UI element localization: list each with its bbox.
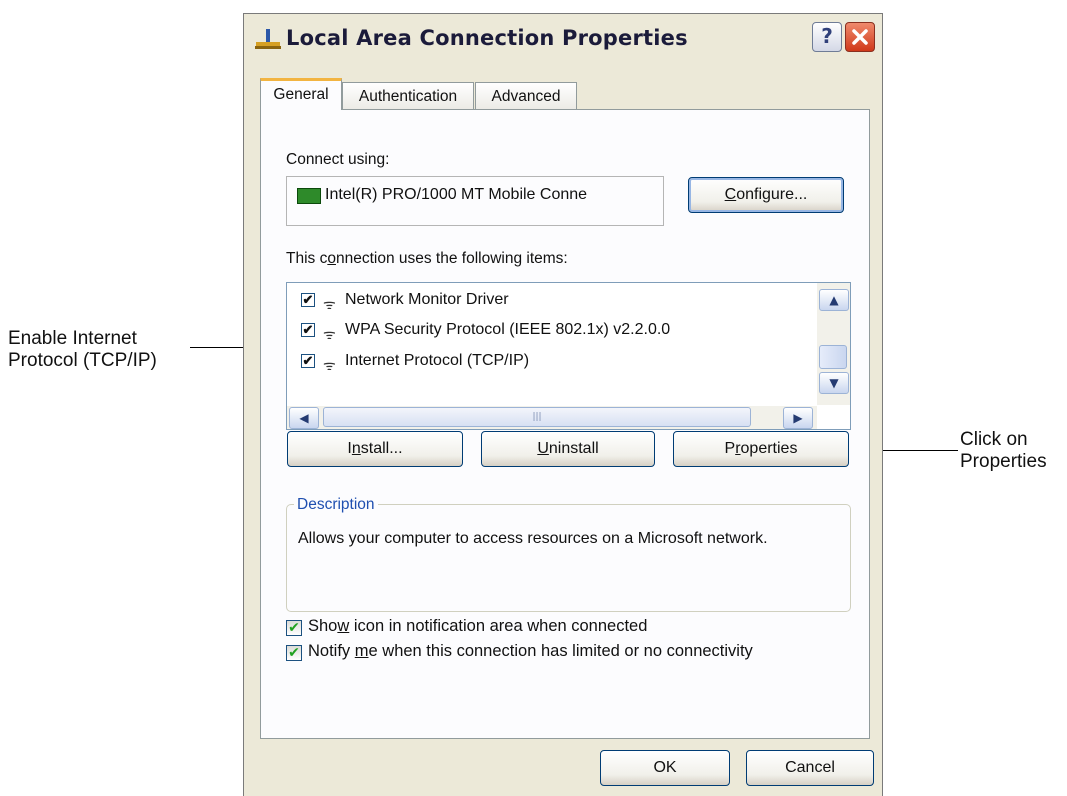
connect-using-label-text: Connect using: <box>286 151 390 168</box>
callout-click-properties-line2: Properties <box>960 451 1047 472</box>
item-label: WPA Security Protocol (IEEE 802.1x) v2.2… <box>345 321 671 338</box>
description-group <box>286 504 851 612</box>
notify-checkbox[interactable]: ✔ <box>286 645 302 661</box>
description-legend: Description <box>294 496 378 514</box>
install-label-mnemonic: n <box>351 440 361 457</box>
close-button[interactable] <box>845 22 875 52</box>
uninstall-button[interactable]: Uninstall <box>481 431 655 467</box>
uninstall-label-post: ninstall <box>548 440 599 457</box>
connect-using-label: Connect using: <box>286 151 389 169</box>
description-text: Allows your computer to access resources… <box>298 530 768 547</box>
window-title: Local Area Connection Properties <box>286 26 688 50</box>
scroll-up-button[interactable]: ▲ <box>819 289 849 311</box>
protocol-icon: ᯤ <box>323 358 336 374</box>
item-checkbox[interactable]: ✔ <box>301 354 315 368</box>
items-label-mnemonic: o <box>327 250 336 267</box>
items-label: This connection uses the following items… <box>286 250 568 268</box>
tab-authentication[interactable]: Authentication <box>342 82 474 109</box>
properties-button[interactable]: Properties <box>673 431 849 467</box>
vertical-scroll-thumb[interactable] <box>819 345 847 369</box>
item-label: Internet Protocol (TCP/IP) <box>345 352 530 369</box>
properties-label-pre: P <box>724 440 736 457</box>
configure-label-mnemonic: C <box>724 186 737 203</box>
scroll-right-button[interactable]: ▶ <box>783 407 813 429</box>
adapter-display: Intel(R) PRO/1000 MT Mobile Conne <box>286 176 664 226</box>
callout-click-properties: Click on Properties <box>960 429 1047 473</box>
protocol-icon: ᯤ <box>323 327 336 343</box>
install-label-post: stall... <box>360 440 403 457</box>
close-icon <box>852 29 868 45</box>
scroll-left-button[interactable]: ◀ <box>289 407 319 429</box>
items-label-pre: This c <box>286 250 328 267</box>
items-list[interactable]: ✔ ᯤ Network Monitor Driver ✔ ᯤ WPA Secur… <box>286 282 851 430</box>
configure-label-post: onfigure... <box>736 186 808 203</box>
notify-label-mnemonic: m <box>354 642 369 660</box>
item-checkbox[interactable]: ✔ <box>301 293 315 307</box>
title-bar[interactable]: Local Area Connection Properties ? <box>244 14 882 61</box>
adapter-name: Intel(R) PRO/1000 MT Mobile Conne <box>325 186 588 203</box>
vertical-scrollbar[interactable]: ▲ ▼ <box>817 283 850 405</box>
show-icon-checkbox[interactable]: ✔ <box>286 620 302 636</box>
callout-click-properties-line1: Click on <box>960 429 1028 450</box>
show-icon-label-pre: Sho <box>308 617 338 635</box>
protocol-icon: ᯤ <box>323 297 336 313</box>
properties-label-post: operties <box>740 440 798 457</box>
cancel-button[interactable]: Cancel <box>746 750 874 786</box>
notify-label-post: e when this connection has limited or no… <box>368 642 753 660</box>
tab-general[interactable]: General <box>260 78 342 110</box>
notify-label-pre: Notify <box>308 642 355 660</box>
configure-button[interactable]: Configure... <box>688 177 844 213</box>
properties-dialog: Local Area Connection Properties ? Gener… <box>243 13 883 796</box>
tab-advanced[interactable]: Advanced <box>475 82 577 109</box>
callout-enable-tcpip-line1: Enable Internet <box>8 328 137 349</box>
show-icon-label-post: icon in notification area when connected <box>349 617 648 635</box>
horizontal-scrollbar[interactable]: ◀ ||| ▶ <box>287 406 817 429</box>
help-button[interactable]: ? <box>812 22 842 52</box>
callout-enable-tcpip-line2: Protocol (TCP/IP) <box>8 350 157 371</box>
network-card-icon <box>297 188 321 204</box>
ok-button[interactable]: OK <box>600 750 730 786</box>
scroll-down-button[interactable]: ▼ <box>819 372 849 394</box>
notify-label[interactable]: Notify me when this connection has limit… <box>308 642 753 661</box>
show-icon-label-mnemonic: w <box>337 617 350 635</box>
install-button[interactable]: Install... <box>287 431 463 467</box>
network-connection-icon <box>255 29 281 49</box>
items-label-post: nnection uses the following items: <box>335 250 568 267</box>
uninstall-label-mnemonic: U <box>537 440 549 457</box>
item-checkbox[interactable]: ✔ <box>301 323 315 337</box>
item-label: Network Monitor Driver <box>345 291 509 308</box>
horizontal-scroll-thumb[interactable]: ||| <box>323 407 751 427</box>
show-icon-label[interactable]: Show icon in notification area when conn… <box>308 617 647 636</box>
callout-enable-tcpip: Enable Internet Protocol (TCP/IP) <box>8 328 157 372</box>
